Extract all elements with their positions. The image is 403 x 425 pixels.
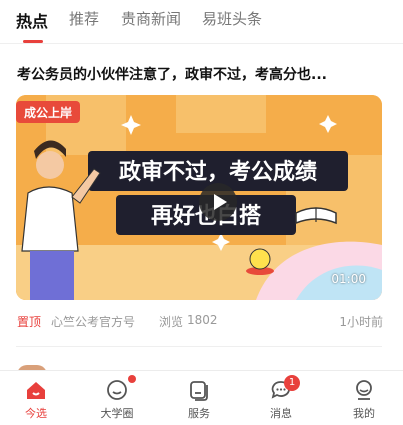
nav-profile-label: 我的 xyxy=(353,407,375,420)
video-duration: 01:00 xyxy=(331,272,366,286)
tab-guishang-news[interactable]: 贵商新闻 xyxy=(121,8,181,29)
nav-campus-label: 大学圈 xyxy=(100,407,134,420)
app-screen: 热点 推荐 贵商新闻 易班头条 考公务员的小伙伴注意了，政审不过，考高分也...… xyxy=(0,0,403,425)
nav-campus[interactable]: 大学圈 xyxy=(87,371,147,425)
smile-icon xyxy=(107,380,127,400)
bottom-nav: 今选 大学圈 服务 1 消息 我的 xyxy=(0,370,403,425)
tab-yiban-headlines[interactable]: 易班头条 xyxy=(202,8,262,29)
message-badge: 1 xyxy=(284,375,300,391)
cover-badge: 成公上岸 xyxy=(24,105,72,120)
nav-home[interactable]: 今选 xyxy=(6,371,66,425)
nav-services[interactable]: 服务 xyxy=(169,371,229,425)
view-count: 1802 xyxy=(187,313,218,327)
video-cover[interactable]: 成公上岸 政审不过，考公成绩 再好也白搭 01:00 xyxy=(16,95,382,300)
article-source[interactable]: 心竺公考官方号 xyxy=(51,313,135,330)
nav-profile[interactable]: 我的 xyxy=(334,371,394,425)
article-meta: 置顶 心竺公考官方号 浏览 1802 1小时前 xyxy=(17,313,383,331)
post-time: 1小时前 xyxy=(339,315,383,329)
tab-recommend[interactable]: 推荐 xyxy=(69,8,99,29)
nav-messages[interactable]: 1 消息 xyxy=(251,371,311,425)
pinned-label: 置顶 xyxy=(17,315,42,329)
cover-headline-1: 政审不过，考公成绩 xyxy=(119,159,317,185)
notification-dot xyxy=(128,375,136,383)
article-title[interactable]: 考公务员的小伙伴注意了，政审不过，考高分也... xyxy=(17,64,387,84)
nav-messages-label: 消息 xyxy=(270,407,292,420)
nav-services-label: 服务 xyxy=(188,407,210,420)
home-icon xyxy=(27,382,45,399)
active-tab-indicator xyxy=(23,40,43,43)
views-label: 浏览 xyxy=(159,315,184,329)
play-button[interactable] xyxy=(199,183,237,221)
user-icon xyxy=(356,380,372,400)
tab-hot[interactable]: 热点 xyxy=(16,8,48,32)
nav-home-label: 今选 xyxy=(25,407,47,420)
cards-icon xyxy=(190,381,208,401)
divider xyxy=(16,346,382,347)
category-tabs: 热点 推荐 贵商新闻 易班头条 xyxy=(0,0,403,44)
